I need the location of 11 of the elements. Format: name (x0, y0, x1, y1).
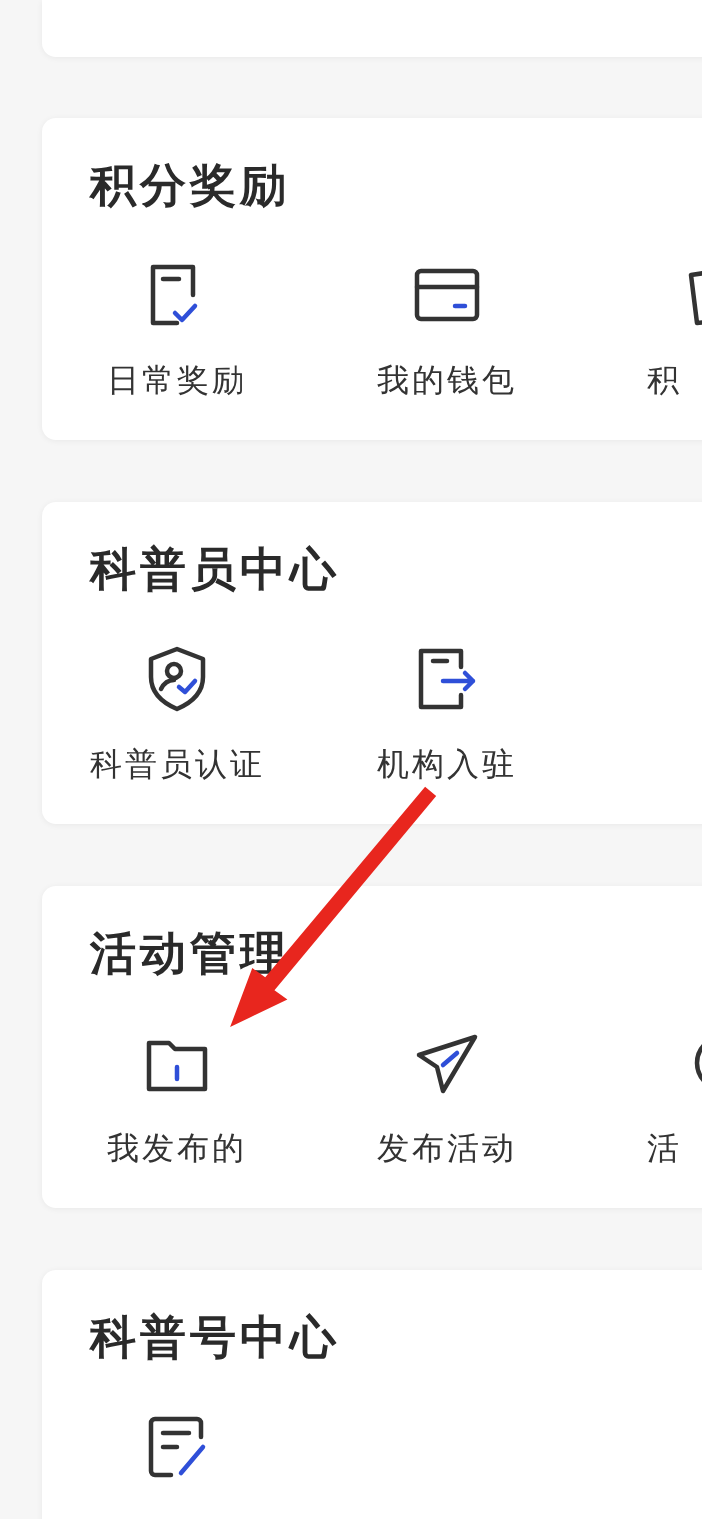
section-title: 科普员中心 (88, 541, 341, 597)
item-label[interactable]: 我发布的 (107, 1126, 247, 1170)
section-title: 积分奖励 (88, 157, 291, 213)
item-label[interactable]: 发布活动 (377, 1126, 517, 1170)
item-label[interactable]: 科普员认证 (89, 742, 265, 786)
item-label[interactable]: 活 (647, 1126, 702, 1170)
item-label[interactable]: 我的钱包 (377, 358, 517, 402)
item-label[interactable]: 日常奖励 (107, 358, 247, 402)
item-label[interactable]: 机构入驻 (377, 742, 517, 786)
item-label[interactable]: 积 (647, 358, 702, 402)
section-title: 科普号中心 (88, 1309, 341, 1365)
